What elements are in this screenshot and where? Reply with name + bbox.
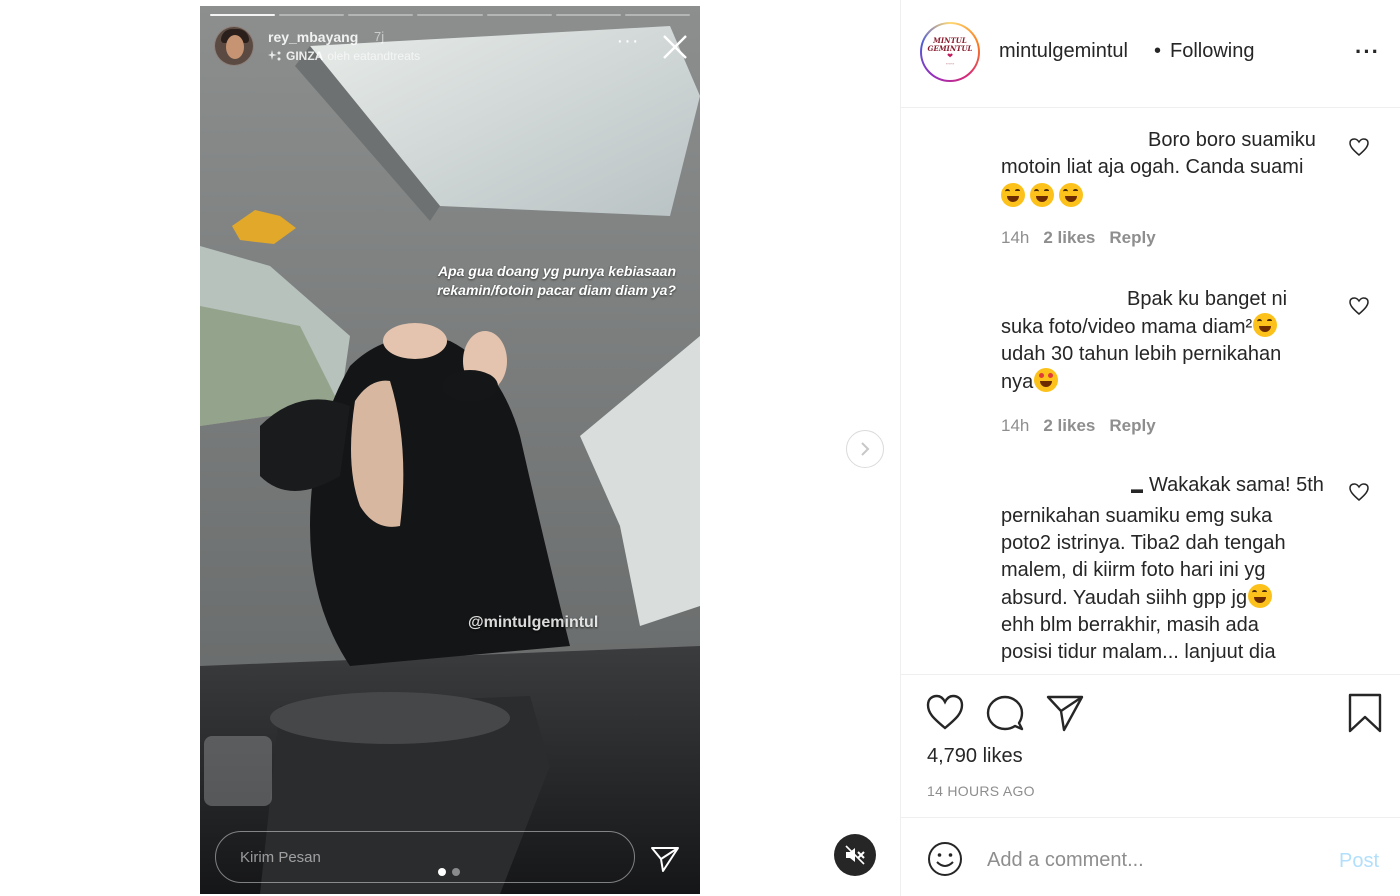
- comment-time: 14h: [1001, 416, 1030, 435]
- close-icon[interactable]: [660, 32, 690, 62]
- sparkle-icon: [268, 50, 281, 61]
- comment-input[interactable]: [987, 842, 1307, 878]
- more-options-icon[interactable]: ···: [1355, 40, 1380, 64]
- bookmark-icon[interactable]: [1345, 693, 1385, 733]
- grin-sweat-emoji: [1253, 313, 1278, 337]
- story-reply-input[interactable]: [216, 832, 634, 882]
- comment-line-emoji: suka foto/video mama diam²: [1001, 313, 1331, 341]
- story-more-icon[interactable]: ···: [616, 31, 640, 58]
- comment-item: ▬ Wakakak sama! 5th pernikahan suamiku em…: [1001, 472, 1331, 666]
- grin-sweat-emoji: [1030, 183, 1054, 207]
- profile-avatar[interactable]: MINTUL GEMINTUL ❤ ◦◦◦◦◦◦: [920, 22, 980, 82]
- post-actions: 4,790 likes 14 HOURS AGO: [901, 674, 1400, 817]
- comment-likes[interactable]: 2 likes: [1043, 228, 1095, 248]
- story-age: 7j: [374, 29, 385, 44]
- grin-sweat-emoji: [1059, 183, 1083, 207]
- heart-eyes-emoji: [1034, 368, 1059, 392]
- post-username[interactable]: mintulgemintul: [999, 40, 1128, 63]
- heart-icon[interactable]: [1348, 296, 1370, 316]
- reply-button[interactable]: Reply: [1109, 416, 1155, 436]
- next-slide-button[interactable]: [846, 430, 884, 468]
- mute-icon: [845, 845, 865, 865]
- story-music-label[interactable]: GINZA oleh eatandtreats: [268, 49, 420, 63]
- comment-text: Boro boro suamiku motoin liat aja ogah. …: [1001, 127, 1331, 208]
- logo-text-2: GEMINTUL: [927, 44, 973, 53]
- comment-likes[interactable]: 2 likes: [1043, 416, 1095, 436]
- following-button[interactable]: Following: [1170, 40, 1254, 63]
- comment-icon[interactable]: [985, 693, 1025, 733]
- like-heart-icon[interactable]: [925, 693, 965, 733]
- story-photo: [200, 6, 700, 894]
- chevron-right-icon: [861, 442, 870, 456]
- story-media[interactable]: rey_mbayang 7j GINZA oleh eatandtreats ·…: [200, 6, 700, 894]
- post-header: MINTUL GEMINTUL ❤ ◦◦◦◦◦◦ mintulgemintul …: [901, 0, 1400, 108]
- slide-dot-active: [438, 868, 446, 876]
- instagram-post-view: rey_mbayang 7j GINZA oleh eatandtreats ·…: [0, 0, 1400, 896]
- comment-meta: 14h 2 likes Reply: [1001, 416, 1331, 436]
- logo-mark: ◦◦◦◦◦◦: [945, 61, 955, 66]
- comment-item: Bpak ku banget ni suka foto/video mama d…: [1001, 286, 1331, 436]
- header-separator: •: [1154, 40, 1162, 62]
- comments-list[interactable]: Boro boro suamiku motoin liat aja ogah. …: [901, 109, 1400, 674]
- smile-icon[interactable]: [927, 841, 963, 877]
- slide-dot: [452, 868, 460, 876]
- mute-button[interactable]: [834, 834, 876, 876]
- story-music-artist: oleh eatandtreats: [327, 49, 421, 63]
- post-timestamp: 14 HOURS AGO: [927, 783, 1035, 799]
- comment-line-emoji: nya: [1001, 368, 1331, 396]
- slide-indicator: [438, 868, 460, 876]
- story-overlay-text: Apa gua doang yg punya kebiasaan rekamin…: [376, 262, 676, 300]
- comment-line-emoji: absurd. Yaudah siihh gpp jg: [1001, 584, 1331, 612]
- story-progress-bar: [210, 14, 690, 16]
- logo-heart-icon: ❤: [947, 53, 953, 60]
- comment-time: 14h: [1001, 228, 1030, 247]
- grin-sweat-emoji: [1248, 584, 1273, 608]
- post-details-panel: MINTUL GEMINTUL ❤ ◦◦◦◦◦◦ mintulgemintul …: [900, 0, 1400, 896]
- story-reply-field[interactable]: [215, 831, 635, 883]
- share-icon[interactable]: [1045, 693, 1085, 733]
- send-icon[interactable]: [648, 844, 682, 874]
- reply-button[interactable]: Reply: [1109, 228, 1155, 248]
- media-area: rey_mbayang 7j GINZA oleh eatandtreats ·…: [0, 0, 900, 896]
- likes-count[interactable]: 4,790 likes: [927, 745, 1023, 768]
- heart-icon[interactable]: [1348, 137, 1370, 157]
- story-watermark: @mintulgemintul: [468, 614, 599, 631]
- comment-line: ▬ Wakakak sama! 5th: [1131, 474, 1324, 496]
- comment-item: Boro boro suamiku motoin liat aja ogah. …: [1001, 127, 1331, 248]
- add-comment-bar: Post: [901, 817, 1400, 896]
- grin-sweat-emoji: [1001, 183, 1025, 207]
- story-avatar[interactable]: [214, 26, 254, 66]
- post-button[interactable]: Post: [1339, 850, 1379, 873]
- heart-icon[interactable]: [1348, 482, 1370, 502]
- comment-emojis: [1001, 181, 1331, 208]
- comment-text: ▬ Wakakak sama! 5th pernikahan suamiku em…: [1001, 472, 1331, 666]
- story-music-title: GINZA: [286, 49, 324, 63]
- comment-text: Bpak ku banget ni suka foto/video mama d…: [1001, 286, 1331, 396]
- overlay-line-1: Apa gua doang yg punya kebiasaan: [437, 263, 676, 279]
- overlay-line-2: rekamin/fotoin pacar diam diam ya?: [437, 282, 676, 298]
- story-username[interactable]: rey_mbayang: [268, 29, 358, 45]
- comment-meta: 14h 2 likes Reply: [1001, 228, 1331, 248]
